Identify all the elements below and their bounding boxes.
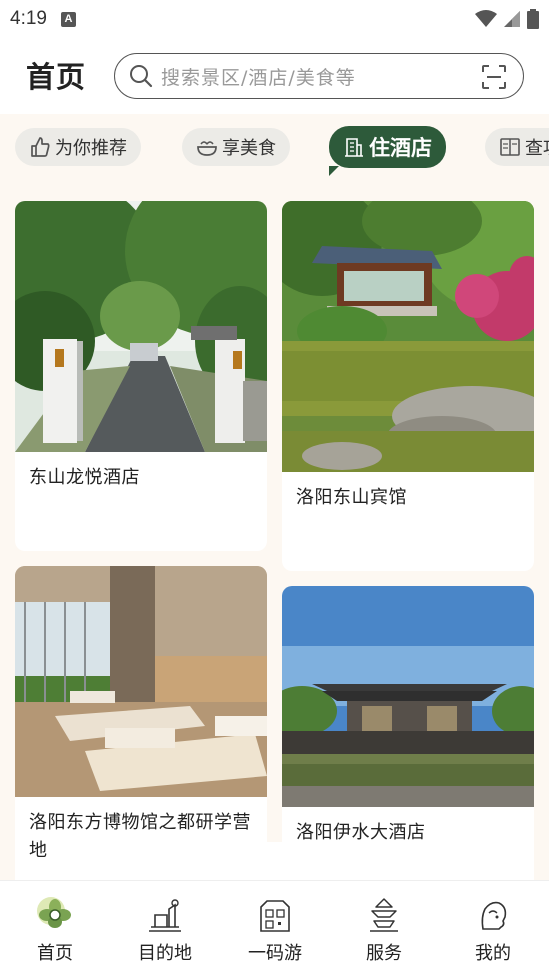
tab-label: 享美食 xyxy=(222,138,276,159)
hotel-card[interactable]: 洛阳东山宾馆 xyxy=(282,201,534,571)
search-input[interactable]: 搜索景区/酒店/美食等 xyxy=(114,53,524,99)
destination-icon xyxy=(149,899,181,932)
hotel-photo-dormitory xyxy=(15,566,267,797)
nav-label: 目的地 xyxy=(138,943,192,964)
service-pagoda-icon xyxy=(370,898,398,932)
hotel-name: 洛阳东山宾馆 xyxy=(296,487,407,508)
hotel-card[interactable]: 东山龙悦酒店 xyxy=(15,201,267,551)
nav-service[interactable]: 服务 xyxy=(339,895,429,965)
home-flower-icon xyxy=(37,897,71,928)
profile-icon xyxy=(481,901,507,930)
tab-hotel[interactable]: 住酒店 xyxy=(329,126,446,176)
nav-label: 我的 xyxy=(475,943,511,964)
nav-qr-tour[interactable]: 一码游 xyxy=(230,895,320,965)
category-tabs: 为你推荐 享美食 住酒店 查攻 xyxy=(0,114,549,188)
nav-profile[interactable]: 我的 xyxy=(448,895,538,965)
scan-icon[interactable] xyxy=(481,64,507,90)
thumb-up-icon xyxy=(31,137,50,157)
search-icon xyxy=(130,65,153,88)
tab-recommend[interactable]: 为你推荐 xyxy=(15,128,141,166)
hotel-photo-pavilion xyxy=(282,201,534,472)
bowl-icon xyxy=(197,141,217,156)
tab-guide[interactable]: 查攻 xyxy=(485,128,549,166)
book-icon xyxy=(500,138,520,156)
qr-tour-icon xyxy=(260,900,290,932)
hotel-photo-exterior xyxy=(282,586,534,807)
hotel-photo-gate xyxy=(15,201,267,452)
building-icon xyxy=(345,138,363,157)
nav-label: 一码游 xyxy=(248,943,302,964)
wifi-icon xyxy=(475,10,497,27)
tab-label: 为你推荐 xyxy=(55,138,127,159)
tab-label: 住酒店 xyxy=(369,136,432,160)
hotel-name: 东山龙悦酒店 xyxy=(29,467,140,488)
signal-icon xyxy=(504,11,520,27)
status-bar: 4:19 A xyxy=(0,0,549,38)
search-placeholder: 搜索景区/酒店/美食等 xyxy=(161,66,356,89)
bottom-nav: 首页 目的地 一码游 服务 我的 xyxy=(0,880,549,976)
battery-icon xyxy=(527,9,539,29)
tab-label: 查攻 xyxy=(525,138,549,159)
nav-label: 首页 xyxy=(37,943,73,964)
nav-label: 服务 xyxy=(366,943,402,964)
nav-home[interactable]: 首页 xyxy=(10,895,100,965)
tab-food[interactable]: 享美食 xyxy=(182,128,290,166)
page-title: 首页 xyxy=(26,60,87,94)
notification-badge: A xyxy=(60,11,76,27)
status-time: 4:19 xyxy=(10,8,47,29)
nav-destination[interactable]: 目的地 xyxy=(120,895,210,965)
header: 首页 搜索景区/酒店/美食等 xyxy=(0,38,549,114)
